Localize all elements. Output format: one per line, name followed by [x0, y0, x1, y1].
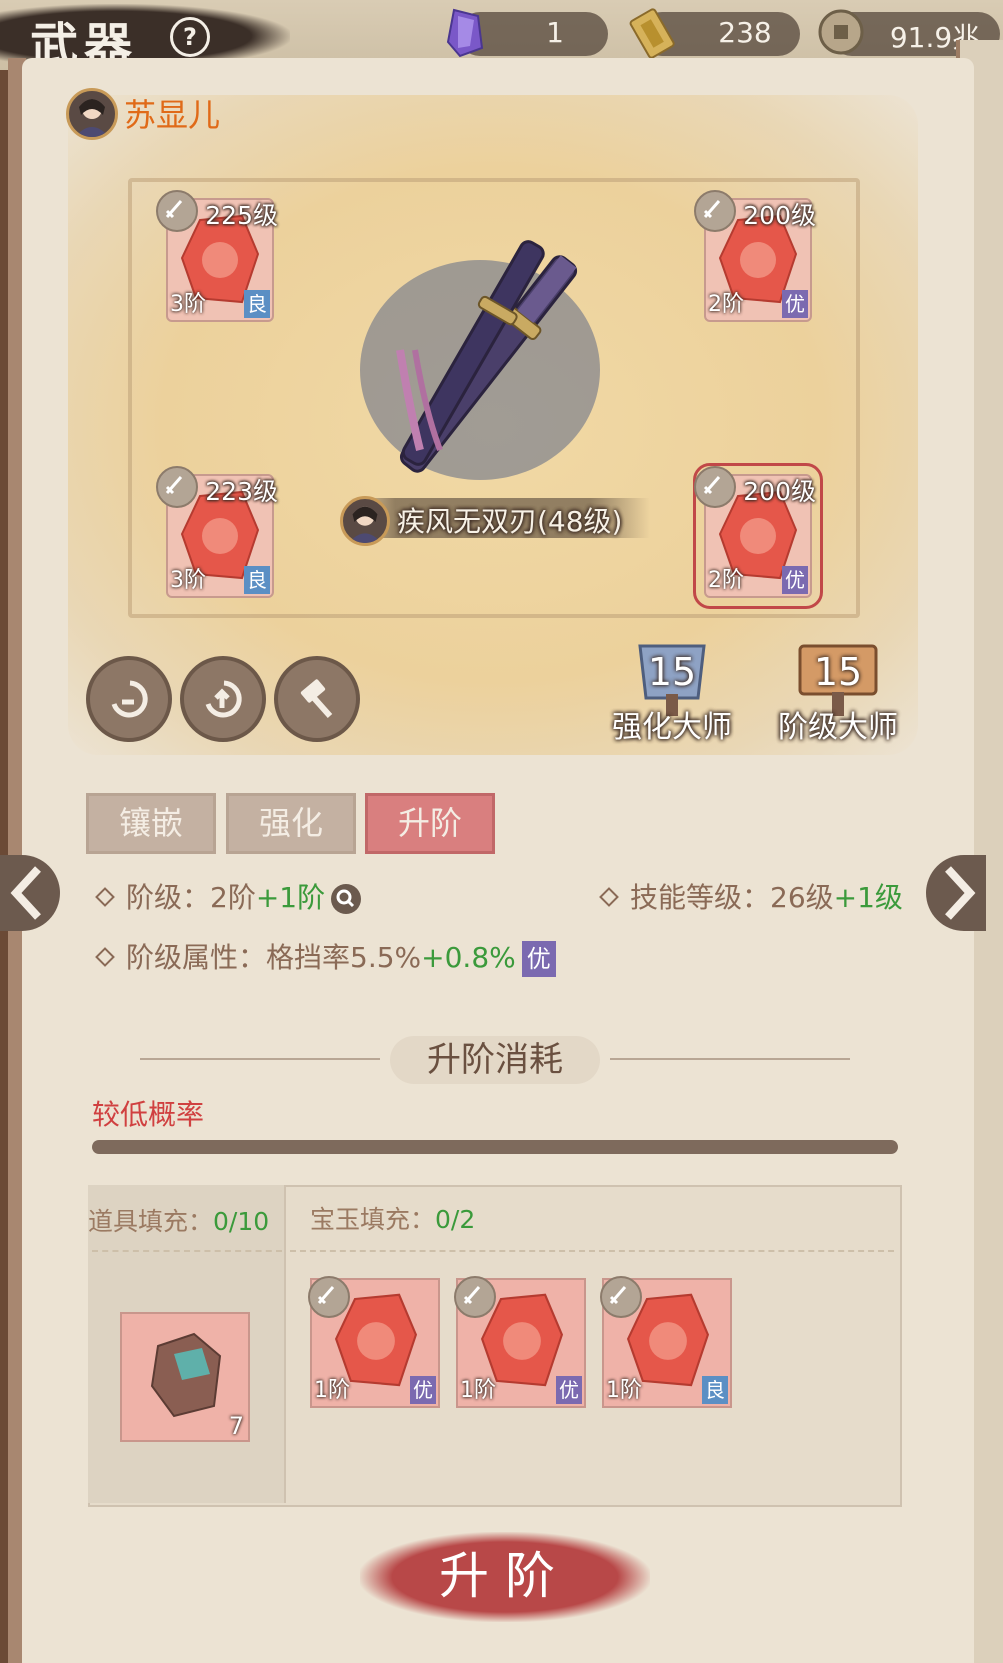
- refresh-icon: [205, 680, 242, 718]
- probability-bar: [92, 1140, 898, 1154]
- tab-inlay[interactable]: 镶嵌: [86, 793, 216, 854]
- jade-fill-label: 宝玉填充：: [310, 1205, 436, 1234]
- jade-tier: 1阶: [314, 1378, 350, 1403]
- sword-icon: [694, 466, 736, 508]
- slot-tier: 3阶: [170, 292, 206, 317]
- quality-badge: 优: [782, 290, 808, 318]
- prev-weapon-button[interactable]: [0, 855, 60, 931]
- sword-icon: [156, 190, 198, 232]
- tier-value: 2阶: [210, 881, 256, 914]
- character-avatar[interactable]: [66, 88, 118, 140]
- next-weapon-button[interactable]: [926, 855, 986, 931]
- jade-tier: 1阶: [460, 1378, 496, 1403]
- item-fill-label: 道具填充：: [88, 1207, 214, 1236]
- tier-attribute-row: 阶级：2阶+1阶: [95, 876, 362, 916]
- enhance-master-button[interactable]: 15 强化大师: [602, 630, 752, 745]
- tier-property-row: 阶级属性：格挡率5.5%+0.8% 优: [95, 936, 556, 977]
- cost-title: 升阶消耗: [390, 1036, 600, 1084]
- slot-level: 225级: [205, 201, 278, 230]
- enhance-master-level: 15: [647, 650, 697, 694]
- chevron-left-icon: [10, 866, 41, 920]
- sword-icon: [308, 1276, 350, 1318]
- jade-fill-row: 宝玉填充：0/2: [310, 1200, 475, 1236]
- purple-crystal-icon: [446, 8, 484, 58]
- token-count: 238: [718, 16, 772, 49]
- jade-slot-1[interactable]: 1阶 优: [308, 1276, 440, 1408]
- tier-master-label: 阶级大师: [778, 710, 898, 745]
- sword-icon: [454, 1276, 496, 1318]
- gem-slot-2[interactable]: 200级 2阶 优: [694, 190, 816, 322]
- sword-icon: [600, 1276, 642, 1318]
- gem-slot-3[interactable]: 223级 3阶 良: [156, 466, 278, 598]
- chevron-right-icon: [945, 866, 976, 920]
- weapon-swords-image[interactable]: [330, 230, 650, 510]
- copper-coin-icon: [818, 9, 864, 55]
- attr-bonus: +0.8%: [421, 941, 516, 974]
- crystal-count: 1: [546, 16, 564, 49]
- tab-enhance[interactable]: 强化: [226, 793, 356, 854]
- swirl-icon: [111, 680, 148, 718]
- slot-level: 200级: [743, 201, 816, 230]
- hammer-icon: [300, 679, 333, 718]
- skill-label: 技能等级：: [630, 881, 771, 914]
- dashed-divider: [290, 1250, 894, 1252]
- slot-tier: 3阶: [170, 568, 206, 593]
- swap-weapon-button[interactable]: [86, 656, 172, 742]
- divider-left: [140, 1058, 380, 1060]
- jade-tier: 1阶: [606, 1378, 642, 1403]
- tier-label: 阶级：: [126, 881, 211, 914]
- weapon-owner-avatar: [340, 496, 390, 546]
- item-fill-row: 道具填充：0/10: [88, 1202, 269, 1238]
- jade-slot-2[interactable]: 1阶 优: [454, 1276, 586, 1408]
- quality-badge: 良: [244, 290, 270, 318]
- success-probability: 较低概率: [92, 1098, 205, 1131]
- sword-icon: [694, 190, 736, 232]
- slot-level: 223级: [205, 477, 278, 506]
- help-icon[interactable]: ?: [170, 17, 210, 57]
- attr-label: 阶级属性：: [126, 941, 267, 974]
- magnifier-icon[interactable]: [331, 884, 362, 914]
- gem-slot-1[interactable]: 225级 3阶 良: [156, 190, 278, 322]
- tab-upgrade-tier[interactable]: 升阶: [365, 793, 495, 854]
- diamond-bullet-icon: [95, 947, 115, 967]
- item-fill-value: 0/10: [213, 1207, 270, 1236]
- dashed-divider: [92, 1250, 282, 1252]
- quality-badge: 良: [244, 566, 270, 594]
- slot-tier: 2阶: [708, 568, 744, 593]
- item-count: 7: [228, 1412, 244, 1440]
- weapon-name: 疾风无双刃(48级): [397, 505, 623, 538]
- ore-icon: [150, 1332, 222, 1418]
- tier-master-level: 15: [813, 650, 863, 694]
- slot-level: 200级: [743, 477, 816, 506]
- jade-fill-value: 0/2: [435, 1205, 476, 1234]
- slot-tier: 2阶: [708, 292, 744, 317]
- sword-icon: [156, 466, 198, 508]
- gold-token-icon: [629, 8, 675, 58]
- enhance-master-label: 强化大师: [612, 710, 732, 745]
- ore-item-slot[interactable]: 7: [120, 1312, 250, 1442]
- skill-level-row: 技能等级：26级+1级: [599, 876, 903, 916]
- forge-button[interactable]: [274, 656, 360, 742]
- quality-badge: 优: [521, 941, 556, 977]
- upgrade-button-label[interactable]: 升阶: [400, 1536, 610, 1608]
- jade-slot-3[interactable]: 1阶 良: [600, 1276, 732, 1408]
- gem-slot-4-selected[interactable]: 200级 2阶 优: [693, 463, 823, 609]
- diamond-bullet-icon: [599, 887, 619, 907]
- divider-right: [610, 1058, 850, 1060]
- tier-master-button[interactable]: 15 阶级大师: [768, 630, 918, 745]
- character-name: 苏显儿: [124, 96, 221, 134]
- reset-weapon-button[interactable]: [180, 656, 266, 742]
- diamond-bullet-icon: [95, 887, 115, 907]
- skill-value: 26级: [770, 881, 834, 914]
- quality-badge: 良: [702, 1376, 728, 1404]
- tier-bonus: +1阶: [255, 881, 326, 914]
- attr-value: 格挡率5.5%: [266, 941, 422, 974]
- quality-badge: 优: [782, 566, 808, 594]
- skill-bonus: +1级: [833, 881, 903, 914]
- quality-badge: 优: [410, 1376, 436, 1404]
- quality-badge: 优: [556, 1376, 582, 1404]
